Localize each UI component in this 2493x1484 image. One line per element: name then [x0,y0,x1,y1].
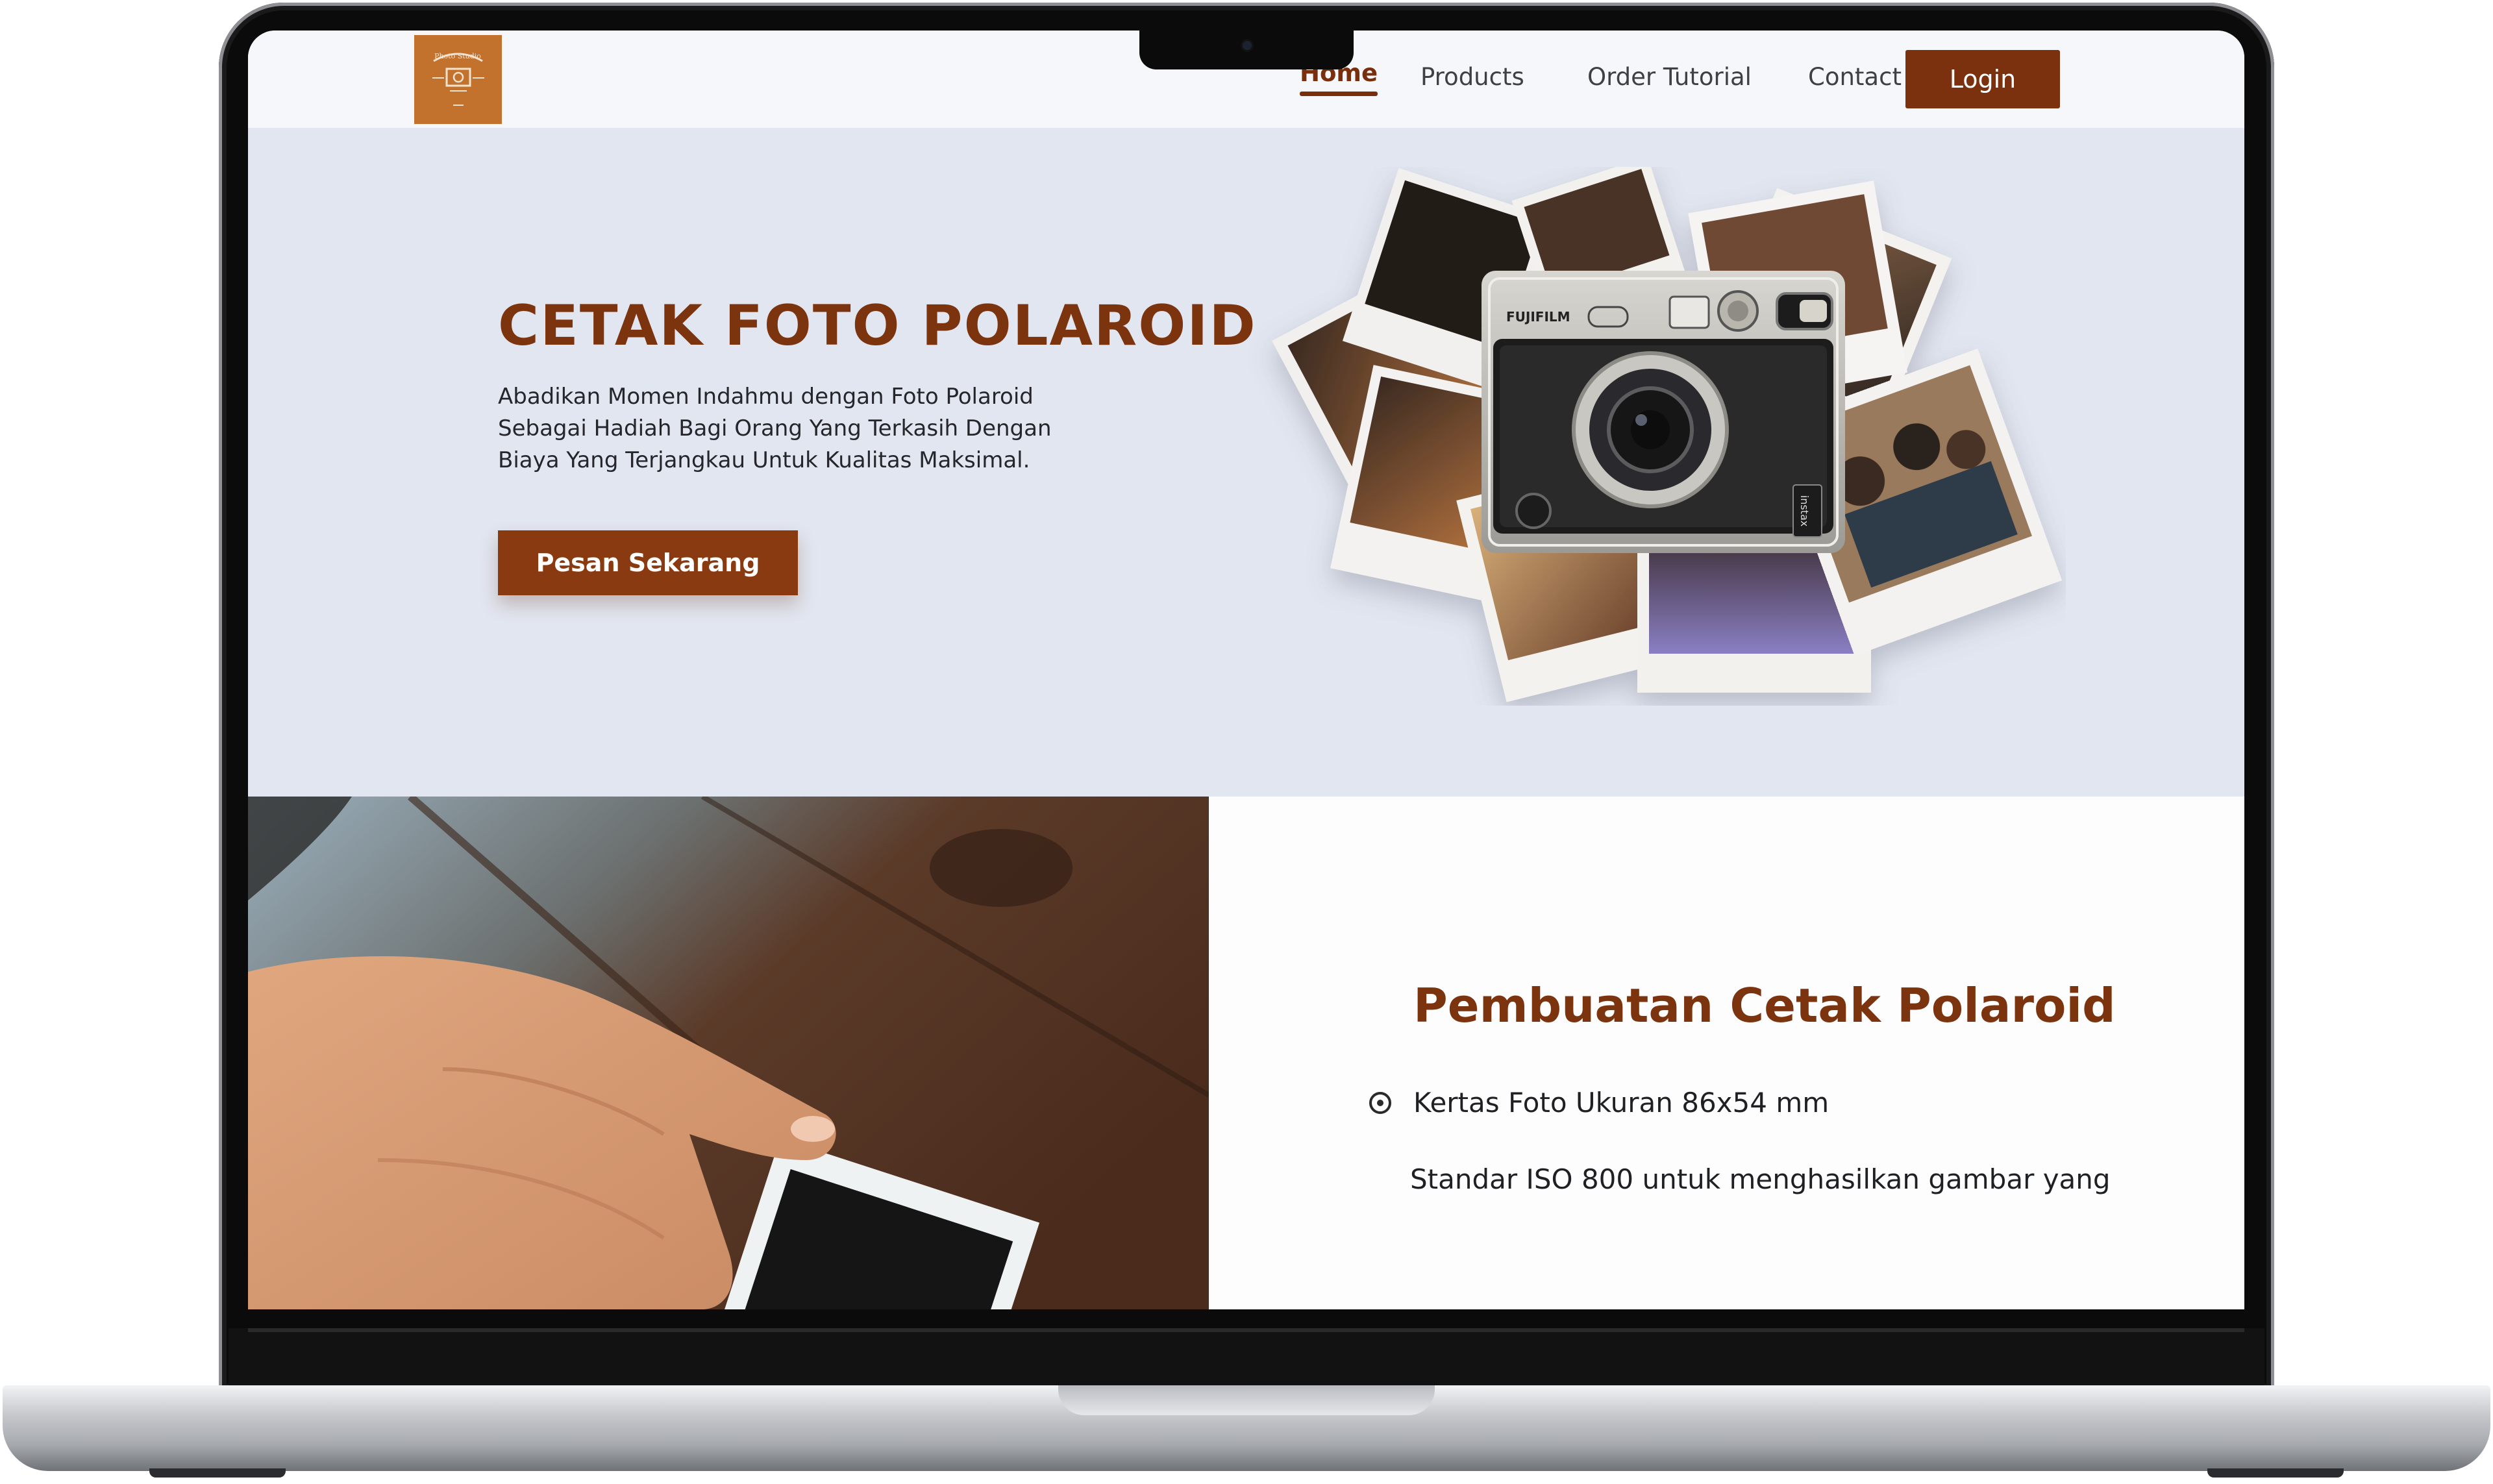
radio-bullet-icon [1369,1092,1391,1114]
feature-description-partial: Standar ISO 800 untuk menghasilkan gamba… [1410,1163,2111,1195]
hero-camera-polaroids-image: FUJIFILM instax [1272,167,2063,702]
feature-bullet-text: Kertas Foto Ukuran 86x54 mm [1413,1087,1829,1119]
hero-section: CETAK FOTO POLAROID Abadikan Momen Indah… [248,128,2244,797]
camera-notch [1139,29,1354,69]
laptop-foot-left [149,1468,286,1478]
nav-link-contact[interactable]: Contact [1808,63,1902,91]
camera-model-text: instax [1798,495,1811,526]
order-now-button[interactable]: Pesan Sekarang [498,530,798,595]
feature-title: Pembuatan Cetak Polaroid [1413,978,2116,1033]
logo-script-text: Photo Studio [434,52,481,60]
hero-description: Abadikan Momen Indahmu dengan Foto Polar… [498,384,1052,473]
laptop-opening-notch [1058,1385,1435,1415]
brand-logo-art: Photo Studio [432,52,484,106]
hero-title: CETAK FOTO POLAROID [498,293,1257,358]
camera-brand-text: FUJIFILM [1506,309,1570,325]
webcam-icon [1243,41,1252,50]
laptop-foot-right [2207,1468,2344,1478]
laptop-chin [229,1328,2264,1387]
nav-link-order-tutorial[interactable]: Order Tutorial [1587,63,1752,91]
screen-bottom-edge [248,1328,2244,1332]
feature-image-hand-polaroid [248,797,1209,1309]
feature-text-panel [1209,797,2244,1309]
nav-link-products[interactable]: Products [1420,63,1524,91]
login-button[interactable]: Login [1905,50,2060,108]
brand-logo[interactable]: Photo Studio [414,35,502,124]
laptop-screen: Photo Studio Home Products Order Tutoria… [248,31,2244,1309]
